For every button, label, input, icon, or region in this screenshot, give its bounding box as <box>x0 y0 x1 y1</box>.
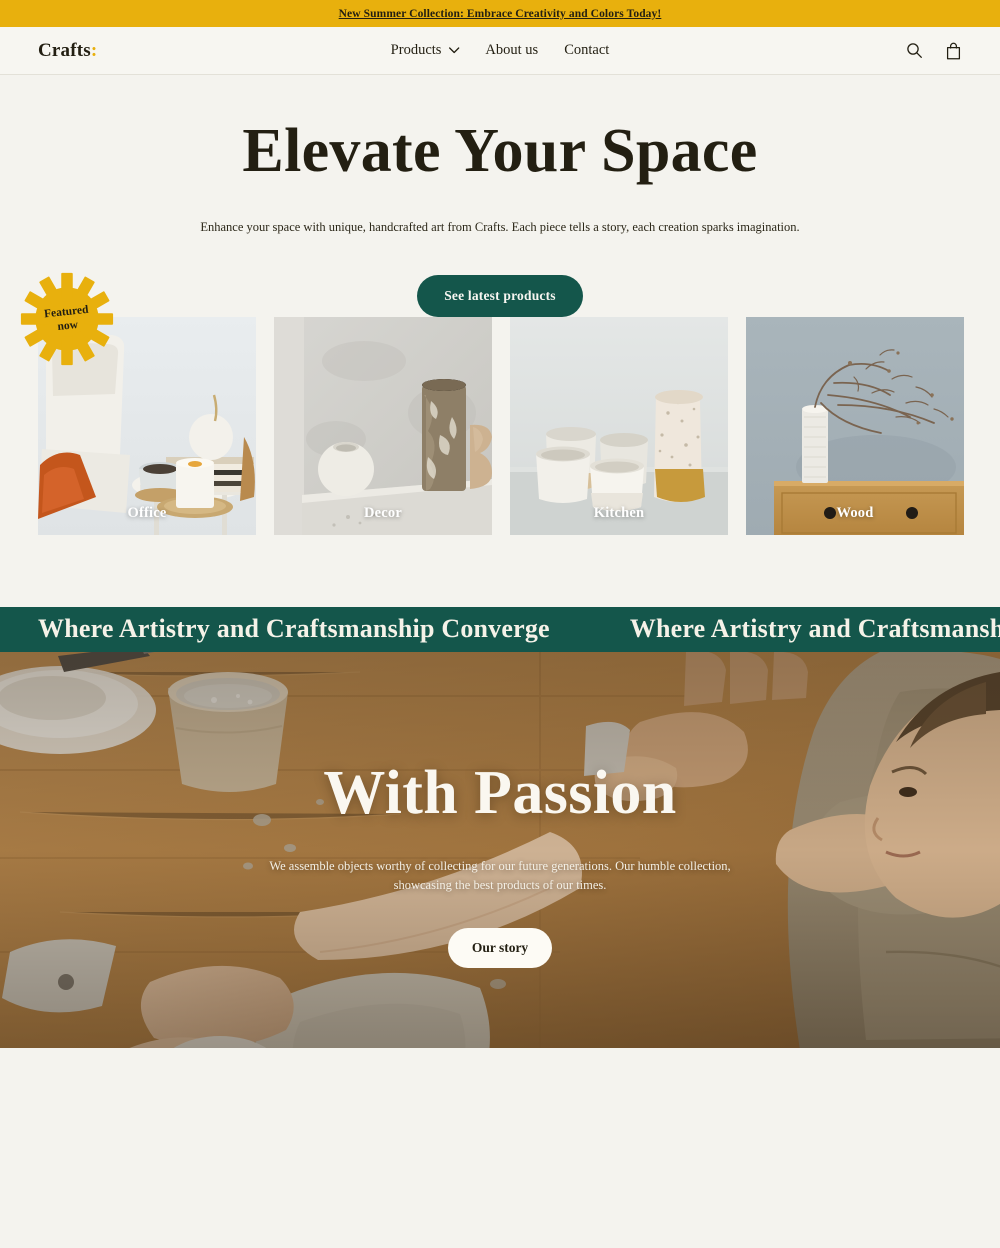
decor-image <box>274 316 492 535</box>
nav-item-products-label: Products <box>390 42 442 58</box>
logo[interactable]: Crafts: <box>38 40 97 62</box>
hero-cta-wrap: See latest products <box>0 274 1000 317</box>
featured-now-badge-text: Featured now <box>14 266 120 372</box>
category-card-list: Office Decor Kitchen Wood <box>0 316 1000 535</box>
page-bottom-spacer <box>0 1047 1000 1164</box>
story-content: With Passion We assemble objects worthy … <box>0 652 1000 1048</box>
header-actions <box>906 42 962 60</box>
category-card-wood-label: Wood <box>836 504 874 521</box>
wood-image <box>746 316 964 535</box>
featured-now-badge: Featured now <box>19 271 115 367</box>
story-subtitle: We assemble objects worthy of collecting… <box>269 858 731 893</box>
marquee-item: Where Artistry and Craftsmanship Converg… <box>38 614 550 644</box>
category-card-wood[interactable]: Wood <box>746 316 964 535</box>
logo-text: Crafts <box>38 39 91 61</box>
marquee-banner: Where Artistry and Craftsmanship Converg… <box>0 606 1000 652</box>
announcement-bar: New Summer Collection: Embrace Creativit… <box>0 0 1000 27</box>
nav-item-contact-label: Contact <box>564 42 610 58</box>
category-card-office-label: Office <box>127 504 167 521</box>
nav-item-about-us-label: About us <box>485 42 539 58</box>
main-navigation: Products About us Contact <box>391 42 610 59</box>
kitchen-image <box>510 316 728 535</box>
hero-subtitle: Enhance your space with unique, handcraf… <box>200 220 800 235</box>
see-latest-products-button[interactable]: See latest products <box>417 274 583 317</box>
category-card-kitchen-label: Kitchen <box>593 504 645 521</box>
story-cta-wrap: Our story <box>447 927 553 968</box>
categories-section: Featured now Office Decor Kitchen Wood <box>0 272 1000 607</box>
nav-item-contact[interactable]: Contact <box>564 42 609 59</box>
shopping-bag-icon[interactable] <box>945 42 962 60</box>
chevron-down-icon <box>448 42 460 59</box>
story-title: With Passion <box>323 758 677 827</box>
announcement-link[interactable]: New Summer Collection: Embrace Creativit… <box>339 8 662 20</box>
marquee-track: Where Artistry and Craftsmanship Converg… <box>0 614 1000 644</box>
nav-item-products[interactable]: Products <box>391 42 460 59</box>
story-section: With Passion We assemble objects worthy … <box>0 651 1000 1048</box>
category-card-decor-label: Decor <box>363 504 403 521</box>
site-header: Crafts: Products About us Contact <box>0 27 1000 75</box>
hero-section: Elevate Your Space Enhance your space wi… <box>0 75 1000 317</box>
marquee-item: Where Artistry and Craftsmanship Converg… <box>629 614 1000 644</box>
category-card-kitchen[interactable]: Kitchen <box>510 316 728 535</box>
search-icon[interactable] <box>906 42 923 59</box>
category-card-decor[interactable]: Decor <box>274 316 492 535</box>
our-story-button[interactable]: Our story <box>447 927 553 968</box>
nav-item-about-us[interactable]: About us <box>485 42 538 59</box>
logo-accent-colon: : <box>90 39 98 61</box>
hero-title: Elevate Your Space <box>242 117 758 185</box>
badge-line-2: now <box>56 318 79 333</box>
